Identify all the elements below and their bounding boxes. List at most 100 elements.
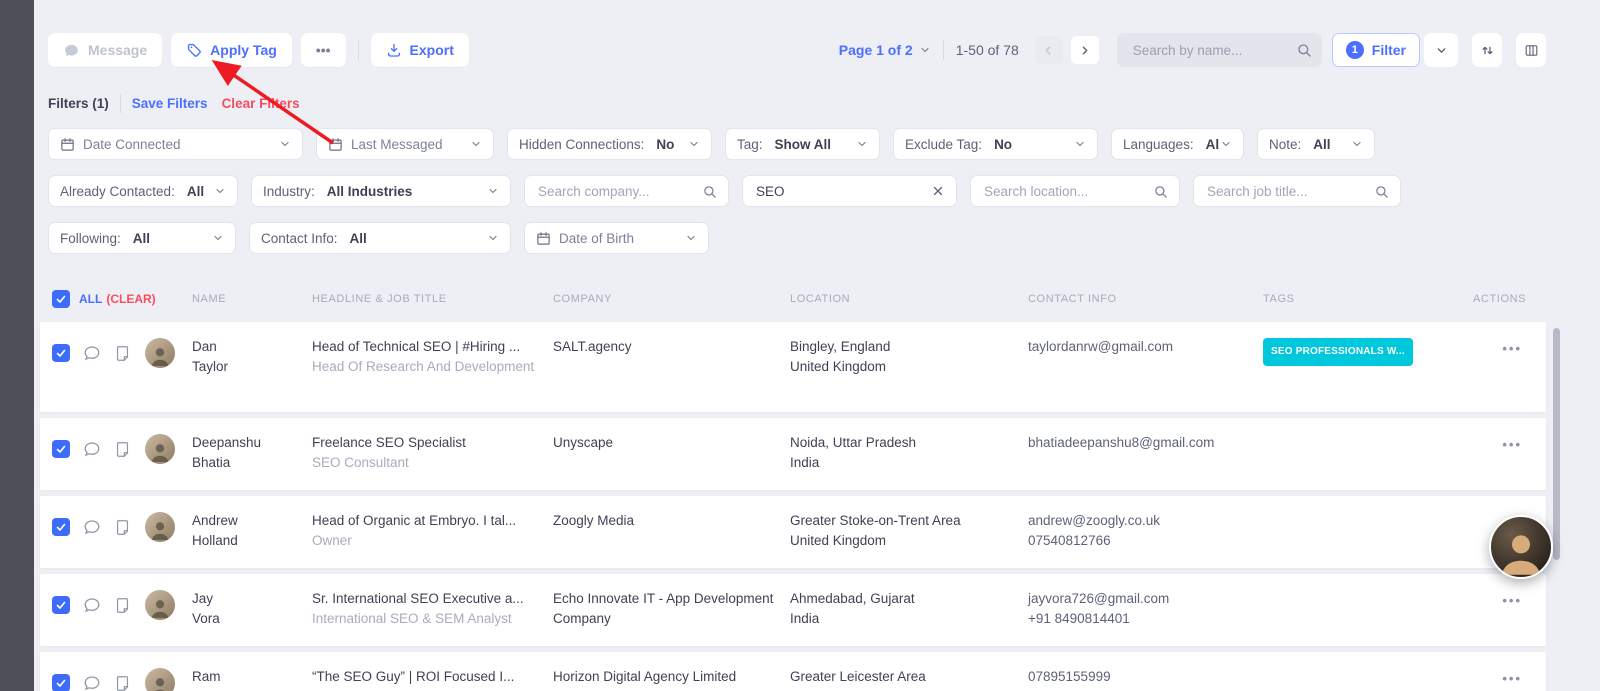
result-range: 1-50 of 78 bbox=[955, 42, 1019, 58]
name-cell[interactable]: Jay Vora bbox=[192, 589, 300, 629]
filter-date-connected[interactable]: Date Connected bbox=[48, 128, 303, 160]
row-checkbox[interactable] bbox=[52, 674, 70, 691]
filter-hidden-connections[interactable]: Hidden Connections: No bbox=[507, 128, 712, 160]
filter-label: Note: bbox=[1269, 136, 1302, 152]
avatar[interactable] bbox=[145, 512, 175, 542]
location-search-input[interactable] bbox=[982, 182, 1153, 200]
row-actions-button[interactable]: ••• bbox=[1502, 435, 1522, 455]
vertical-scrollbar[interactable] bbox=[1553, 328, 1560, 560]
message-icon[interactable] bbox=[83, 596, 101, 614]
message-icon[interactable] bbox=[83, 674, 101, 691]
message-icon[interactable] bbox=[83, 440, 101, 458]
filter-job-title-search[interactable] bbox=[1193, 175, 1401, 207]
name-cell[interactable]: Andrew Holland bbox=[192, 511, 300, 551]
table-row: Jay Vora Sr. International SEO Executive… bbox=[40, 574, 1546, 646]
filter-contact-info[interactable]: Contact Info: All bbox=[249, 222, 511, 254]
row-actions-button[interactable]: ••• bbox=[1502, 339, 1522, 359]
filter-keyword[interactable] bbox=[742, 175, 957, 207]
actions-cell: ••• bbox=[1473, 667, 1546, 689]
columns-layout-button[interactable] bbox=[1516, 33, 1546, 67]
filter-location-search[interactable] bbox=[970, 175, 1180, 207]
clear-icon[interactable] bbox=[931, 184, 945, 198]
floating-avatar-widget[interactable] bbox=[1489, 515, 1553, 579]
more-actions-button[interactable]: ••• bbox=[300, 33, 346, 67]
export-button-label: Export bbox=[409, 42, 454, 58]
location-line2: United Kingdom bbox=[790, 359, 887, 374]
filter-row-2: Already Contacted: All Industry: All Ind… bbox=[48, 175, 1401, 207]
contact-cell: taylordanrw@gmail.com bbox=[1028, 337, 1250, 357]
select-all-label[interactable]: ALL bbox=[79, 292, 102, 306]
filter-date-of-birth[interactable]: Date of Birth bbox=[524, 222, 709, 254]
filter-button[interactable]: 1 Filter bbox=[1331, 33, 1420, 67]
more-icon: ••• bbox=[315, 42, 331, 58]
company-cell: Horizon Digital Agency Limited bbox=[553, 669, 737, 684]
filter-company-search[interactable] bbox=[524, 175, 729, 207]
job-title: SEO Consultant bbox=[312, 455, 409, 470]
filter-industry[interactable]: Industry: All Industries bbox=[251, 175, 511, 207]
note-icon[interactable] bbox=[114, 441, 131, 458]
chevron-down-icon bbox=[487, 185, 499, 197]
export-button[interactable]: Export bbox=[370, 33, 469, 67]
header-contact-info: CONTACT INFO bbox=[1028, 293, 1117, 305]
avatar[interactable] bbox=[145, 590, 175, 620]
select-all-checkbox[interactable] bbox=[52, 290, 70, 308]
prev-page-button[interactable] bbox=[1034, 36, 1063, 64]
row-checkbox[interactable] bbox=[52, 596, 70, 614]
company-search-input[interactable] bbox=[536, 182, 702, 200]
clear-filters-link[interactable]: Clear Filters bbox=[222, 96, 300, 111]
row-actions-button[interactable]: ••• bbox=[1502, 669, 1522, 689]
save-filters-link[interactable]: Save Filters bbox=[132, 96, 208, 111]
contact-line1: 07895155999 bbox=[1028, 669, 1111, 684]
tag-badge[interactable]: SEO PROFESSIONALS W... bbox=[1263, 338, 1413, 366]
filter-note[interactable]: Note: All bbox=[1257, 128, 1375, 160]
filter-tag[interactable]: Tag: Show All bbox=[725, 128, 880, 160]
page-selector[interactable]: Page 1 of 2 bbox=[839, 42, 931, 58]
filter-last-messaged[interactable]: Last Messaged bbox=[316, 128, 494, 160]
tags-cell: SEO PROFESSIONALS W... bbox=[1263, 337, 1473, 366]
note-icon[interactable] bbox=[114, 597, 131, 614]
message-button[interactable]: Message bbox=[48, 33, 163, 67]
note-icon[interactable] bbox=[114, 519, 131, 536]
filter-dropdown-button[interactable] bbox=[1424, 33, 1458, 67]
chevron-down-icon bbox=[919, 44, 931, 56]
name-cell[interactable]: Dan Taylor bbox=[192, 337, 300, 377]
table-row: Andrew Holland Head of Organic at Embryo… bbox=[40, 496, 1546, 568]
headline-cell: Freelance SEO Specialist SEO Consultant bbox=[312, 433, 540, 473]
filter-exclude-tag[interactable]: Exclude Tag: No bbox=[893, 128, 1098, 160]
next-page-button[interactable] bbox=[1070, 36, 1099, 64]
message-icon[interactable] bbox=[83, 518, 101, 536]
first-name: Deepanshu bbox=[192, 435, 262, 450]
avatar[interactable] bbox=[145, 434, 175, 464]
name-search-input[interactable] bbox=[1130, 41, 1296, 59]
download-icon bbox=[386, 42, 402, 58]
filters-divider bbox=[119, 93, 121, 113]
message-icon[interactable] bbox=[83, 344, 101, 362]
note-icon[interactable] bbox=[114, 345, 131, 362]
avatar[interactable] bbox=[145, 668, 175, 691]
row-actions-button[interactable]: ••• bbox=[1502, 591, 1522, 611]
note-icon[interactable] bbox=[114, 675, 131, 691]
avatar[interactable] bbox=[145, 338, 175, 368]
keyword-input[interactable] bbox=[754, 182, 931, 200]
location-cell: Greater Stoke-on-Trent Area United Kingd… bbox=[790, 511, 1015, 551]
job-title-search-input[interactable] bbox=[1205, 182, 1374, 200]
filter-following[interactable]: Following: All bbox=[48, 222, 236, 254]
apply-tag-button[interactable]: Apply Tag bbox=[171, 33, 292, 67]
filter-languages[interactable]: Languages: All bbox=[1111, 128, 1244, 160]
sort-button[interactable] bbox=[1472, 33, 1502, 67]
message-button-label: Message bbox=[88, 42, 148, 58]
tag-icon bbox=[186, 42, 202, 58]
contact-line1: taylordanrw@gmail.com bbox=[1028, 339, 1173, 354]
name-cell[interactable]: Ram bbox=[192, 667, 300, 687]
row-checkbox[interactable] bbox=[52, 518, 70, 536]
location-line2: India bbox=[790, 611, 820, 626]
row-checkbox[interactable] bbox=[52, 344, 70, 362]
clear-selection-link[interactable]: (CLEAR) bbox=[106, 292, 155, 306]
contact-line2: 07540812766 bbox=[1028, 533, 1111, 548]
name-cell[interactable]: Deepanshu Bhatia bbox=[192, 433, 300, 473]
filter-already-contacted[interactable]: Already Contacted: All bbox=[48, 175, 238, 207]
company-cell: Zoogly Media bbox=[553, 513, 635, 528]
company-cell: SALT.agency bbox=[553, 339, 632, 354]
apply-tag-button-label: Apply Tag bbox=[210, 42, 277, 58]
row-checkbox[interactable] bbox=[52, 440, 70, 458]
